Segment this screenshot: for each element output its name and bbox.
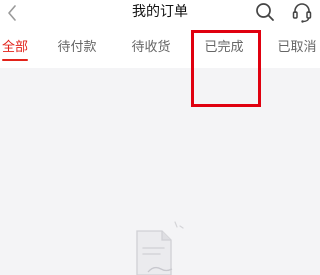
customer-service-button[interactable] xyxy=(290,0,314,24)
tab-cancelled[interactable]: 已取消 xyxy=(272,28,320,68)
header-bar: 我的订单 xyxy=(0,0,320,28)
tab-pending-receipt[interactable]: 待收货 xyxy=(126,28,176,68)
search-button[interactable] xyxy=(254,1,276,23)
customer-service-icon xyxy=(292,3,312,23)
tab-completed[interactable]: 已完成 xyxy=(199,28,249,68)
search-icon xyxy=(256,3,274,21)
tab-all[interactable]: 全部 xyxy=(0,28,30,68)
order-status-tabs: 全部 待付款 待收货 已完成 已取消 xyxy=(0,28,320,68)
tab-pending-payment[interactable]: 待付款 xyxy=(52,28,102,68)
empty-document-icon xyxy=(136,221,184,275)
active-tab-indicator xyxy=(2,59,28,61)
empty-state-illustration xyxy=(128,218,188,275)
orders-screen: 我的订单 全部 待付款 待收货 已完成 已取消 xyxy=(0,0,320,275)
